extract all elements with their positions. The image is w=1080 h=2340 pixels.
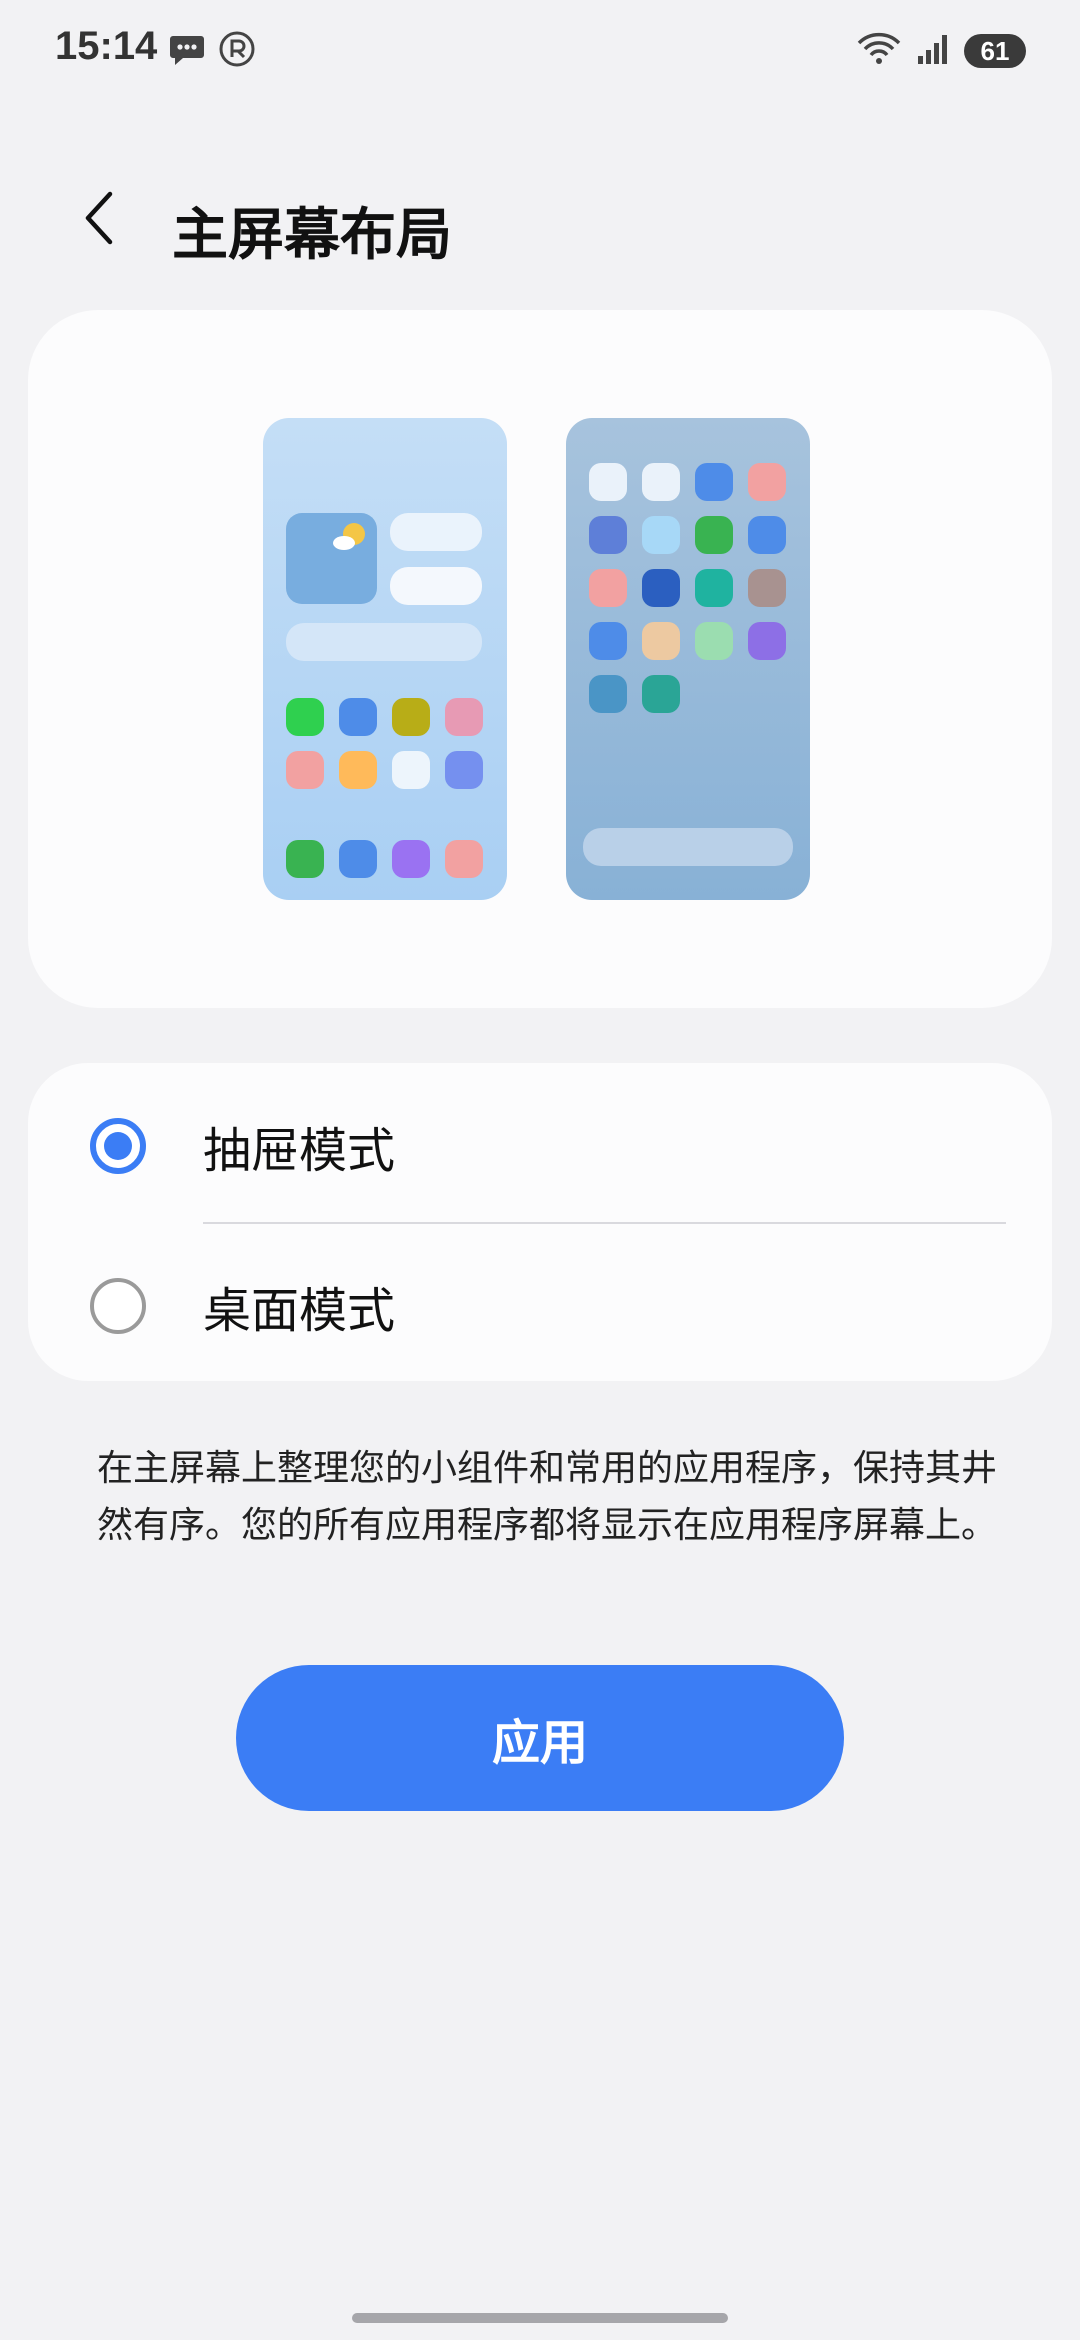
weather-widget (286, 513, 377, 604)
app-icon-preview (748, 622, 786, 660)
app-icon-preview (339, 751, 377, 789)
app-icon-preview (286, 751, 324, 789)
message-icon (168, 30, 206, 72)
desktop-mode-preview (566, 418, 810, 900)
description-text: 在主屏幕上整理您的小组件和常用的应用程序，保持其井然有序。您的所有应用程序都将显… (97, 1448, 998, 1546)
app-icon-preview (695, 569, 733, 607)
app-icon-preview (392, 751, 430, 789)
option-desktop-mode[interactable]: 桌面模式 (28, 1231, 1052, 1381)
app-icon-preview (748, 516, 786, 554)
app-icon-preview (695, 516, 733, 554)
option-label: 桌面模式 (203, 1283, 396, 1339)
radio-button-unselected[interactable] (90, 1278, 146, 1334)
mode-options-card: 抽屉模式 桌面模式 (28, 1063, 1052, 1381)
apply-button[interactable]: 应用 (236, 1665, 844, 1811)
weather-sun-cloud-icon (332, 521, 370, 557)
app-icon-preview (642, 463, 680, 501)
app-icon-preview (589, 463, 627, 501)
app-icon-preview (589, 516, 627, 554)
app-icon-preview (748, 463, 786, 501)
home-indicator[interactable] (352, 2313, 728, 2323)
app-icon-preview (695, 622, 733, 660)
widget-bar (390, 567, 482, 605)
app-icon-preview (339, 840, 377, 878)
option-drawer-mode[interactable]: 抽屉模式 (28, 1071, 1052, 1221)
status-bar: 15:14 61 (0, 0, 1080, 100)
status-time: 15:14 (55, 24, 158, 68)
drawer-mode-preview (263, 418, 507, 900)
app-icon-preview (589, 675, 627, 713)
app-icon-preview (286, 698, 324, 736)
app-icon-preview (642, 622, 680, 660)
wifi-icon (856, 30, 902, 72)
battery-indicator: 61 (964, 34, 1026, 68)
dock-bar-preview (583, 828, 793, 866)
divider (203, 1222, 1006, 1224)
widget-bar (390, 513, 482, 551)
signal-icon (916, 32, 950, 70)
app-icon-preview (445, 840, 483, 878)
option-label: 抽屉模式 (203, 1123, 396, 1179)
back-button[interactable] (70, 185, 130, 255)
chevron-left-icon (80, 188, 120, 252)
app-icon-preview (695, 463, 733, 501)
status-right-icons: 61 (856, 30, 1026, 72)
app-icon-preview (445, 698, 483, 736)
app-icon-preview (392, 840, 430, 878)
app-icon-preview (589, 622, 627, 660)
app-icon-preview (642, 569, 680, 607)
status-left-icons (168, 30, 256, 72)
app-icon-preview (392, 698, 430, 736)
app-icon-preview (445, 751, 483, 789)
app-icon-preview (286, 840, 324, 878)
page-title: 主屏幕布局 (172, 203, 452, 268)
registered-icon (218, 30, 256, 72)
search-bar-preview (286, 623, 482, 661)
app-icon-preview (589, 569, 627, 607)
app-icon-preview (339, 698, 377, 736)
radio-button-selected[interactable] (90, 1118, 146, 1174)
layout-preview-card (28, 310, 1052, 1008)
app-icon-preview (642, 675, 680, 713)
app-icon-preview (748, 569, 786, 607)
app-icon-preview (642, 516, 680, 554)
